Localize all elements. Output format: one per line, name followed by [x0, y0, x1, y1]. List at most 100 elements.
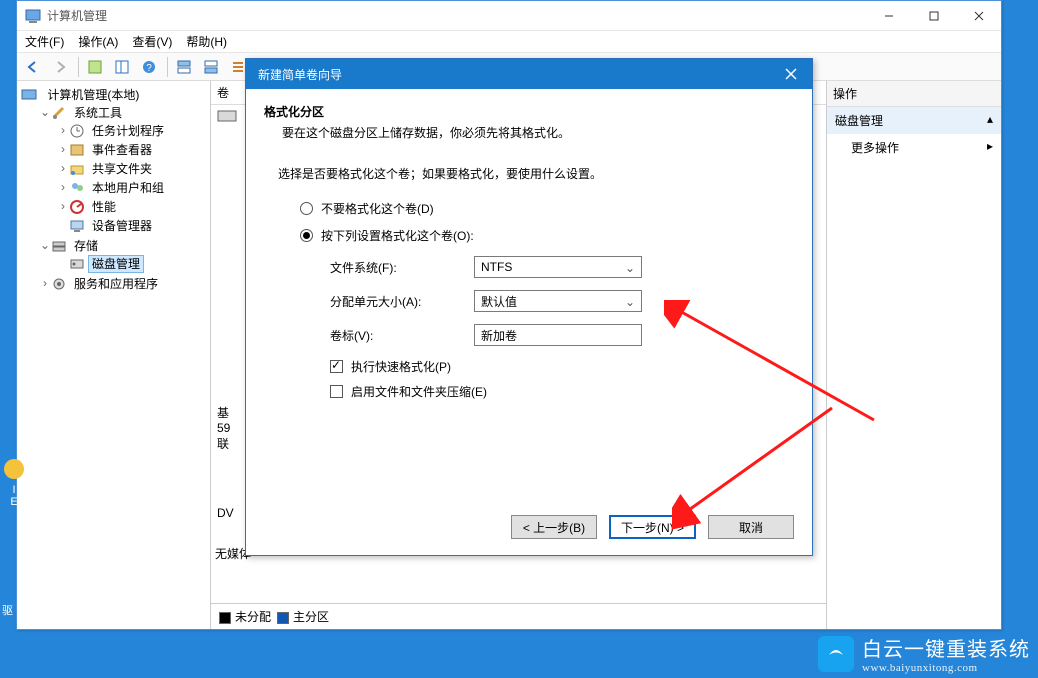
- allocation-combobox[interactable]: 默认值 ⌄: [474, 290, 642, 312]
- tree-system-tools[interactable]: 系统工具: [71, 105, 125, 121]
- forward-icon[interactable]: [48, 55, 72, 79]
- maximize-button[interactable]: [911, 1, 956, 30]
- radio-do-not-format-label[interactable]: 不要格式化这个卷(D): [321, 200, 434, 217]
- radio-format-volume-label[interactable]: 按下列设置格式化这个卷(O):: [321, 227, 474, 244]
- tree-performance[interactable]: 性能: [89, 199, 119, 215]
- scheduler-icon: [69, 123, 85, 139]
- actions-disk-management[interactable]: 磁盘管理▴: [827, 107, 1001, 134]
- collapse-caret-icon: ▴: [987, 112, 993, 126]
- shared-folders-icon: [69, 161, 85, 177]
- legend: 未分配 主分区: [211, 603, 826, 629]
- menu-action[interactable]: 操作(A): [78, 33, 118, 50]
- new-simple-volume-wizard: 新建简单卷向导 格式化分区 要在这个磁盘分区上储存数据，你必须先将其格式化。 选…: [245, 58, 813, 556]
- menu-help[interactable]: 帮助(H): [186, 33, 227, 50]
- tools-icon: [51, 105, 67, 121]
- tree-root[interactable]: 计算机管理(本地): [44, 87, 142, 103]
- legend-unallocated: 未分配: [235, 610, 271, 624]
- event-viewer-icon: [69, 142, 85, 158]
- filesystem-combobox[interactable]: NTFS ⌄: [474, 256, 642, 278]
- blank-expand: [57, 256, 69, 270]
- filesystem-value: NTFS: [481, 260, 512, 274]
- tree-pane: 计算机管理(本地) ⌄ 系统工具 › 任务计划程序 › 事件查看器 › 共享文件夹 › 本…: [17, 81, 211, 629]
- wizard-titlebar: 新建简单卷向导: [246, 59, 812, 89]
- actions-pane: 操作 磁盘管理▴ 更多操作▸: [826, 81, 1001, 629]
- view-top-icon[interactable]: [172, 55, 196, 79]
- app-icon: [25, 8, 41, 24]
- label-allocation: 分配单元大小(A):: [330, 293, 474, 310]
- perf-icon: [69, 199, 85, 215]
- close-button[interactable]: [956, 1, 1001, 30]
- wizard-intro: 选择是否要格式化这个卷；如果要格式化，要使用什么设置。: [278, 165, 784, 182]
- actions-header: 操作: [827, 81, 1001, 107]
- device-manager-icon: [69, 218, 85, 234]
- back-button[interactable]: < 上一步(B): [511, 515, 597, 539]
- cancel-button[interactable]: 取消: [708, 515, 794, 539]
- legend-unallocated-swatch: [219, 612, 231, 624]
- expand-caret-icon: ▸: [987, 139, 993, 153]
- minimize-button[interactable]: [866, 1, 911, 30]
- tree-shared-folders[interactable]: 共享文件夹: [89, 161, 155, 177]
- back-icon[interactable]: [21, 55, 45, 79]
- actions-more[interactable]: 更多操作▸: [827, 134, 1001, 161]
- chevron-down-icon: ⌄: [625, 261, 635, 275]
- radio-do-not-format[interactable]: [300, 202, 313, 215]
- disk-info-fragment: 基 59 联 DV: [211, 105, 243, 603]
- checkbox-quick-format-label[interactable]: 执行快速格式化(P): [351, 358, 451, 375]
- svg-text:?: ?: [146, 63, 152, 74]
- expand-icon[interactable]: ›: [57, 161, 69, 175]
- menubar: 文件(F) 操作(A) 查看(V) 帮助(H): [17, 31, 1001, 53]
- tree-disk-management[interactable]: 磁盘管理: [89, 256, 143, 272]
- title-text: 计算机管理: [47, 7, 107, 24]
- computer-icon: [21, 87, 37, 103]
- expand-icon[interactable]: ›: [57, 180, 69, 194]
- label-filesystem: 文件系统(F):: [330, 259, 474, 276]
- watermark-url: www.baiyunxitong.com: [862, 662, 1030, 674]
- wizard-header: 格式化分区 要在这个磁盘分区上储存数据，你必须先将其格式化。: [246, 89, 812, 149]
- wizard-title: 新建简单卷向导: [258, 66, 342, 83]
- wizard-close-button[interactable]: [770, 59, 812, 89]
- volume-name-input[interactable]: 新加卷: [474, 324, 642, 346]
- expand-icon[interactable]: ›: [57, 142, 69, 156]
- watermark-title: 白云一键重装系统: [862, 633, 1030, 662]
- menu-file[interactable]: 文件(F): [25, 33, 64, 50]
- services-icon: [51, 276, 67, 292]
- desktop-icons-edge: I E: [2, 457, 26, 508]
- disk-mgmt-icon: [69, 256, 85, 272]
- next-button[interactable]: 下一步(N) >: [609, 515, 696, 539]
- allocation-value: 默认值: [481, 293, 517, 310]
- blank-expand: [57, 218, 69, 232]
- collapse-icon[interactable]: ⌄: [39, 105, 51, 119]
- expand-icon[interactable]: ›: [57, 123, 69, 137]
- expand-icon[interactable]: ›: [39, 276, 51, 290]
- collapse-icon[interactable]: ⌄: [39, 238, 51, 252]
- show-hide-icon[interactable]: [110, 55, 134, 79]
- checkbox-compression[interactable]: [330, 385, 343, 398]
- help-icon[interactable]: ?: [137, 55, 161, 79]
- legend-primary-swatch: [277, 612, 289, 624]
- titlebar: 计算机管理: [17, 1, 1001, 31]
- checkbox-compression-label[interactable]: 启用文件和文件夹压缩(E): [351, 383, 487, 400]
- tree-local-users[interactable]: 本地用户和组: [89, 180, 167, 196]
- desktop-icon-driver: 驱: [2, 602, 13, 618]
- tree-storage[interactable]: 存储: [71, 238, 101, 254]
- checkbox-quick-format[interactable]: [330, 360, 343, 373]
- wizard-subheading: 要在这个磁盘分区上储存数据，你必须先将其格式化。: [282, 124, 794, 141]
- tree-task-scheduler[interactable]: 任务计划程序: [89, 123, 167, 139]
- menu-view[interactable]: 查看(V): [132, 33, 172, 50]
- column-volume[interactable]: 卷: [217, 84, 229, 101]
- users-icon: [69, 180, 85, 196]
- radio-format-volume[interactable]: [300, 229, 313, 242]
- tree-device-manager[interactable]: 设备管理器: [89, 218, 155, 234]
- view-bottom-icon[interactable]: [199, 55, 223, 79]
- storage-icon: [51, 238, 67, 254]
- wizard-heading: 格式化分区: [264, 103, 794, 120]
- up-icon[interactable]: [83, 55, 107, 79]
- chevron-down-icon: ⌄: [625, 295, 635, 309]
- legend-primary: 主分区: [293, 610, 329, 624]
- tree-services[interactable]: 服务和应用程序: [71, 276, 161, 292]
- watermark: 白云一键重装系统 www.baiyunxitong.com: [818, 633, 1030, 674]
- tree-event-viewer[interactable]: 事件查看器: [89, 142, 155, 158]
- volume-name-value: 新加卷: [481, 327, 517, 344]
- watermark-logo-icon: [818, 636, 854, 672]
- expand-icon[interactable]: ›: [57, 199, 69, 213]
